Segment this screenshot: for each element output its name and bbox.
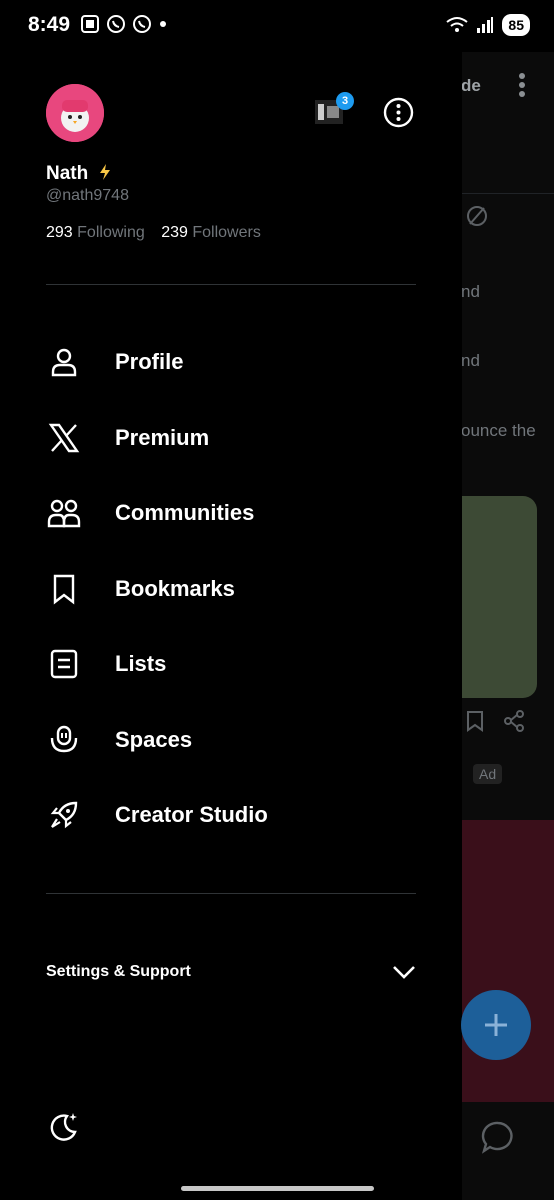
dot-icon	[160, 21, 166, 27]
status-system-icons: 85	[446, 14, 530, 36]
feed-ad-image	[461, 820, 554, 1102]
lightning-icon	[99, 164, 110, 180]
avatar-image	[46, 84, 104, 142]
overflow-menu-icon	[519, 73, 525, 97]
spaces-icon	[46, 722, 82, 758]
notification-badge: 3	[336, 92, 354, 110]
following-link[interactable]: 293 Following	[46, 224, 145, 241]
settings-support-toggle[interactable]: Settings & Support	[46, 960, 416, 984]
list-icon	[46, 646, 82, 682]
chevron-down-icon	[393, 966, 415, 979]
menu-item-profile[interactable]: Profile	[46, 332, 426, 392]
plus-icon	[485, 1014, 507, 1036]
person-icon	[46, 344, 82, 380]
follow-stats: 293 Following 239 Followers	[46, 224, 261, 242]
divider	[46, 893, 416, 894]
signal-icon	[477, 17, 494, 33]
status-time: 8:49	[28, 13, 71, 36]
feed-text-fragment: nd	[461, 351, 480, 370]
bookmark-icon	[467, 711, 483, 732]
followers-link[interactable]: 239 Followers	[161, 224, 261, 241]
feed-text-fragment: ounce the	[461, 421, 536, 440]
battery-indicator: 85	[502, 14, 530, 36]
menu-item-spaces[interactable]: Spaces	[46, 710, 426, 770]
menu-item-lists[interactable]: Lists	[46, 634, 426, 694]
rocket-icon	[46, 797, 82, 833]
more-options-icon[interactable]	[383, 97, 414, 128]
avatar[interactable]	[46, 84, 104, 142]
feed-image-preview	[461, 496, 537, 698]
ad-label: Ad	[473, 764, 503, 784]
x-logo-icon	[46, 420, 82, 456]
messages-icon	[481, 1121, 513, 1154]
divider	[46, 284, 416, 285]
home-indicator	[181, 1186, 374, 1191]
not-interested-icon	[467, 206, 487, 226]
profile-name[interactable]: Nath	[46, 163, 112, 185]
feed-header-fragment: de	[461, 76, 481, 95]
menu-item-bookmarks[interactable]: Bookmarks	[46, 559, 426, 619]
screenshot-icon	[81, 15, 99, 33]
menu-item-communities[interactable]: Communities	[46, 483, 426, 543]
whatsapp-icon	[107, 15, 125, 33]
compose-fab	[461, 990, 531, 1060]
status-notification-icons	[80, 14, 168, 34]
menu-item-premium[interactable]: Premium	[46, 408, 426, 468]
wifi-icon	[446, 17, 469, 32]
feed-text-fragment: nd	[461, 282, 480, 301]
share-icon	[504, 710, 524, 732]
profile-handle: @nath9748	[46, 187, 129, 204]
account-switcher[interactable]: 3	[313, 92, 354, 128]
menu-item-creator-studio[interactable]: Creator Studio	[46, 785, 426, 845]
bookmark-icon	[46, 571, 82, 607]
dark-mode-icon[interactable]	[47, 1110, 81, 1144]
communities-icon	[46, 495, 82, 531]
whatsapp-icon	[133, 15, 151, 33]
